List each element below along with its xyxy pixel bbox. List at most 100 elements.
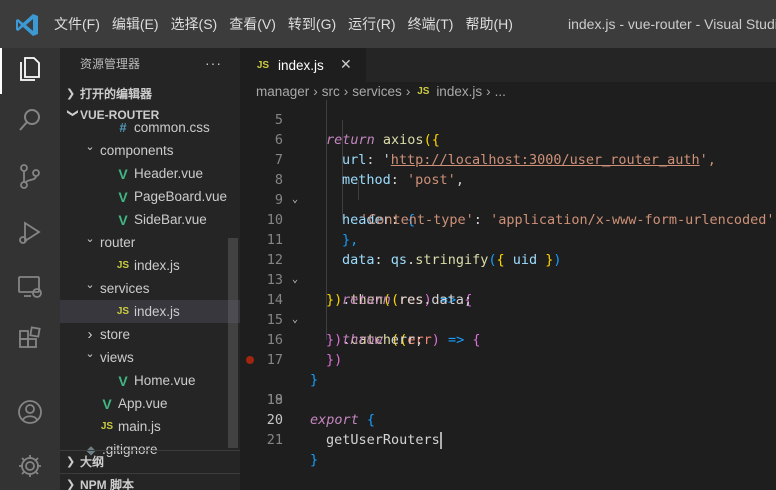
- tree-folder[interactable]: ⌄ components: [60, 139, 240, 162]
- breadcrumb-item[interactable]: manager: [256, 84, 309, 99]
- menu-run[interactable]: 运行(R): [342, 0, 401, 48]
- npm-scripts-label: NPM 脚本: [80, 478, 135, 490]
- npm-scripts-section[interactable]: ❯ NPM 脚本: [60, 473, 240, 490]
- tree-folder[interactable]: › store: [60, 323, 240, 346]
- explorer-sidebar: 资源管理器 ··· ❯ 打开的编辑器 ❯ VUE-ROUTER # common.…: [60, 48, 240, 490]
- chevron-right-icon: ›: [87, 326, 93, 343]
- text-cursor: [439, 431, 442, 449]
- code-line: 12 ⌄ }).then((res) => {: [266, 252, 473, 308]
- code-line: 14 ⌄ }).catch((err) => {: [266, 292, 481, 348]
- tab-label: index.js: [278, 57, 324, 73]
- breadcrumb-item[interactable]: ...: [495, 84, 506, 99]
- menu-go[interactable]: 转到(G): [282, 0, 342, 48]
- tree-file[interactable]: JS main.js: [60, 415, 240, 438]
- tree-item-label: router: [100, 235, 136, 250]
- vue-file-icon: V: [102, 395, 112, 412]
- chevron-down-icon: ⌄: [85, 279, 95, 291]
- tree-file[interactable]: V Home.vue: [60, 369, 240, 392]
- js-file-icon: JS: [256, 59, 270, 71]
- js-file-icon: JS: [116, 260, 130, 271]
- title-bar: 文件(F) 编辑(E) 选择(S) 查看(V) 转到(G) 运行(R) 终端(T…: [0, 0, 776, 48]
- code-line: 15 throw err;: [266, 312, 424, 348]
- tree-item-label: PageBoard.vue: [134, 189, 228, 204]
- remote-explorer-icon[interactable]: [14, 270, 46, 302]
- code-line: 5 return axios({: [274, 112, 440, 148]
- breadcrumb-item[interactable]: services: [352, 84, 402, 99]
- window-title: index.js - vue-router - Visual Studio C: [568, 16, 776, 32]
- chevron-right-icon: ›: [405, 83, 411, 99]
- menu-view[interactable]: 查看(V): [223, 0, 282, 48]
- chevron-right-icon: ❯: [66, 479, 76, 490]
- source-control-icon[interactable]: [14, 160, 46, 192]
- tree-folder[interactable]: ⌄ views: [60, 346, 240, 369]
- vscode-logo-icon: [16, 14, 38, 36]
- tree-item-label: views: [100, 350, 134, 365]
- tree-folder[interactable]: ⌄ router: [60, 231, 240, 254]
- run-debug-icon[interactable]: [14, 216, 46, 248]
- tree-file[interactable]: V PageBoard.vue: [60, 185, 240, 208]
- account-icon[interactable]: [14, 396, 46, 428]
- chevron-right-icon: ›: [486, 83, 491, 99]
- editor-tab-bar: JS index.js ✕: [240, 48, 776, 82]
- code-line: 17 }: [266, 352, 319, 388]
- active-indicator: [0, 48, 2, 94]
- explorer-title: 资源管理器: [80, 56, 141, 71]
- breadcrumb-item[interactable]: src: [322, 84, 340, 99]
- code-line: 19 export {: [266, 392, 376, 428]
- js-file-icon: JS: [116, 306, 130, 317]
- vue-file-icon: V: [118, 372, 128, 389]
- activity-bar: [0, 48, 60, 490]
- code-line: 20 getUserRouters: [266, 412, 442, 449]
- code-line: 18: [240, 350, 776, 408]
- tree-item-label: index.js: [134, 304, 180, 319]
- outline-section[interactable]: ❯ 大纲: [60, 450, 240, 472]
- explorer-header: 资源管理器 ···: [60, 50, 240, 76]
- tree-item-label: Header.vue: [134, 166, 204, 181]
- tree-file[interactable]: # common.css: [60, 116, 240, 139]
- code-line: 10 },: [266, 212, 359, 248]
- code-editor[interactable]: 5 return axios({ 6 url: 'http://localhos…: [240, 100, 776, 490]
- open-editors-section[interactable]: ❯ 打开的编辑器: [60, 82, 240, 104]
- menu-help[interactable]: 帮助(H): [459, 0, 518, 48]
- tree-item-label: SideBar.vue: [134, 212, 207, 227]
- tree-item-label: main.js: [118, 419, 161, 434]
- close-icon[interactable]: ✕: [340, 56, 352, 73]
- breakpoint-icon[interactable]: [246, 356, 254, 364]
- tree-file[interactable]: JS index.js: [60, 254, 240, 277]
- tree-item-label: components: [100, 143, 174, 158]
- chevron-right-icon: ›: [313, 83, 318, 99]
- js-file-icon: JS: [417, 85, 430, 97]
- menu-file[interactable]: 文件(F): [48, 0, 106, 48]
- menu-terminal[interactable]: 终端(T): [402, 0, 460, 48]
- settings-gear-icon[interactable]: [14, 450, 46, 482]
- js-file-icon: JS: [100, 421, 114, 432]
- code-line: 9 'Content-type': 'application/x-www-for…: [274, 192, 775, 228]
- vue-file-icon: V: [118, 165, 128, 182]
- chevron-right-icon: ›: [343, 83, 349, 99]
- search-icon[interactable]: [14, 104, 46, 136]
- open-editors-label: 打开的编辑器: [80, 86, 153, 101]
- tree-file[interactable]: V SideBar.vue: [60, 208, 240, 231]
- tree-folder[interactable]: ⌄ services: [60, 277, 240, 300]
- more-actions-button[interactable]: ···: [205, 55, 222, 71]
- extensions-icon[interactable]: [14, 324, 46, 356]
- breadcrumb: manager › src › services › JS index.js ›…: [240, 82, 776, 100]
- tree-item-label: services: [100, 281, 150, 296]
- tree-item-label: common.css: [134, 120, 210, 135]
- chevron-down-icon: ⌄: [85, 233, 95, 245]
- chevron-right-icon: ❯: [66, 456, 76, 468]
- tree-file[interactable]: V Header.vue: [60, 162, 240, 185]
- tree-file[interactable]: JS index.js: [60, 300, 240, 323]
- tab-index-js[interactable]: JS index.js ✕: [240, 48, 366, 82]
- code-line: 13 return res.data;: [266, 272, 473, 308]
- menu-edit[interactable]: 编辑(E): [106, 0, 165, 48]
- menu-selection[interactable]: 选择(S): [165, 0, 224, 48]
- tree-file[interactable]: V App.vue: [60, 392, 240, 415]
- tree-item-label: store: [100, 327, 131, 342]
- explorer-icon[interactable]: [14, 52, 46, 84]
- code-line: 6 url: 'http://localhost:3000/user_route…: [274, 132, 716, 168]
- sidebar-scrollbar[interactable]: [228, 238, 238, 448]
- breadcrumb-item[interactable]: index.js: [436, 84, 482, 99]
- chevron-down-icon: ⌄: [85, 141, 95, 153]
- file-tree: # common.css ⌄ components V Header.vue V PageBo…: [60, 116, 240, 461]
